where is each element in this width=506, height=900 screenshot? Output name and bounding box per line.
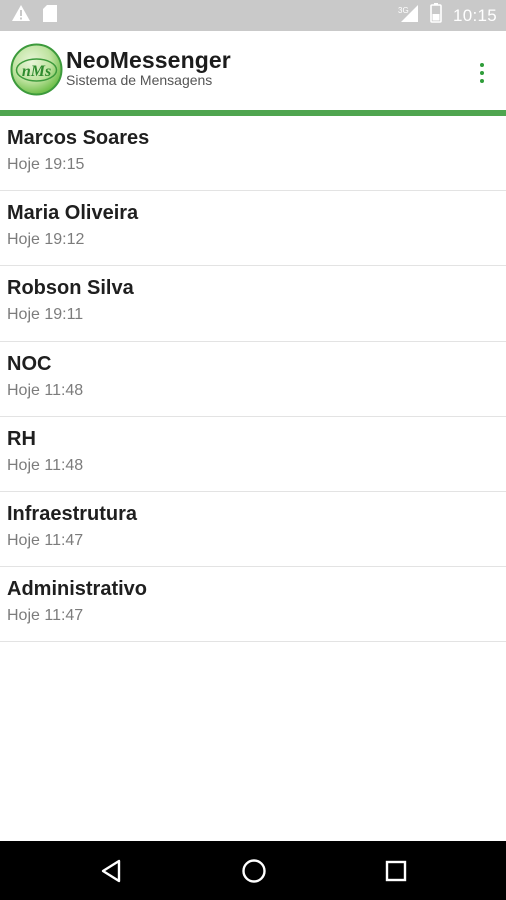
- conversation-time: Hoje 19:12: [7, 231, 85, 249]
- conversation-list: Marcos Soares Hoje 19:15 Maria Oliveira …: [0, 116, 506, 643]
- sd-card-icon: [42, 4, 58, 28]
- back-icon[interactable]: [95, 855, 127, 887]
- app-bar: nMs NeoMessenger Sistema de Mensagens: [0, 31, 506, 110]
- conversation-name: Robson Silva: [7, 277, 134, 300]
- conversation-name: Infraestrutura: [7, 502, 138, 525]
- conversation-name: NOC: [7, 352, 52, 375]
- conversation-name: Administrativo: [7, 578, 148, 601]
- overflow-menu-icon[interactable]: [470, 58, 494, 88]
- navigation-bar: [0, 841, 506, 900]
- status-bar: 3G 10:15: [0, 0, 506, 31]
- conversation-name: RH: [7, 427, 36, 450]
- signal-icon: 3G: [397, 4, 419, 28]
- overflow-dot: [480, 79, 484, 83]
- app-titles: NeoMessenger Sistema de Mensagens: [66, 48, 231, 89]
- conversation-time: Hoje 11:48: [7, 456, 84, 474]
- warning-icon: [11, 4, 31, 27]
- battery-icon: [430, 3, 442, 28]
- conversation-name: Marcos Soares: [7, 127, 150, 149]
- conversation-item[interactable]: Administrativo Hoje 11:47: [0, 567, 506, 643]
- conversation-time: Hoje 11:47: [7, 607, 84, 625]
- status-right: 3G 10:15: [397, 3, 497, 28]
- conversation-item[interactable]: RH Hoje 11:48: [0, 417, 506, 492]
- conversation-item[interactable]: Marcos Soares Hoje 19:15: [0, 116, 506, 192]
- app-subtitle: Sistema de Mensagens: [66, 72, 213, 88]
- conversation-item[interactable]: Maria Oliveira Hoje 19:12: [0, 191, 506, 267]
- overflow-dot: [480, 71, 484, 75]
- recents-icon[interactable]: [380, 855, 412, 887]
- home-icon[interactable]: [238, 855, 270, 887]
- logo-text: nMs: [22, 63, 51, 80]
- app-title: NeoMessenger: [66, 47, 231, 73]
- conversation-item[interactable]: NOC Hoje 11:48: [0, 342, 506, 417]
- conversation-time: Hoje 11:48: [7, 381, 84, 399]
- conversation-name: Maria Oliveira: [7, 202, 139, 225]
- conversation-item[interactable]: Robson Silva Hoje 19:11: [0, 266, 506, 342]
- conversation-item[interactable]: Infraestrutura Hoje 11:47: [0, 492, 506, 568]
- status-time: 10:15: [452, 5, 497, 25]
- conversation-time: Hoje 11:47: [7, 531, 84, 549]
- app-logo: nMs: [10, 43, 63, 96]
- conversation-time: Hoje 19:11: [7, 306, 84, 324]
- status-left: [11, 4, 58, 28]
- network-type-label: 3G: [398, 6, 409, 15]
- conversation-time: Hoje 19:15: [7, 156, 85, 173]
- overflow-dot: [480, 63, 484, 67]
- screen: 3G 10:15 nMs NeoMessenger Sistema de Men…: [0, 0, 506, 900]
